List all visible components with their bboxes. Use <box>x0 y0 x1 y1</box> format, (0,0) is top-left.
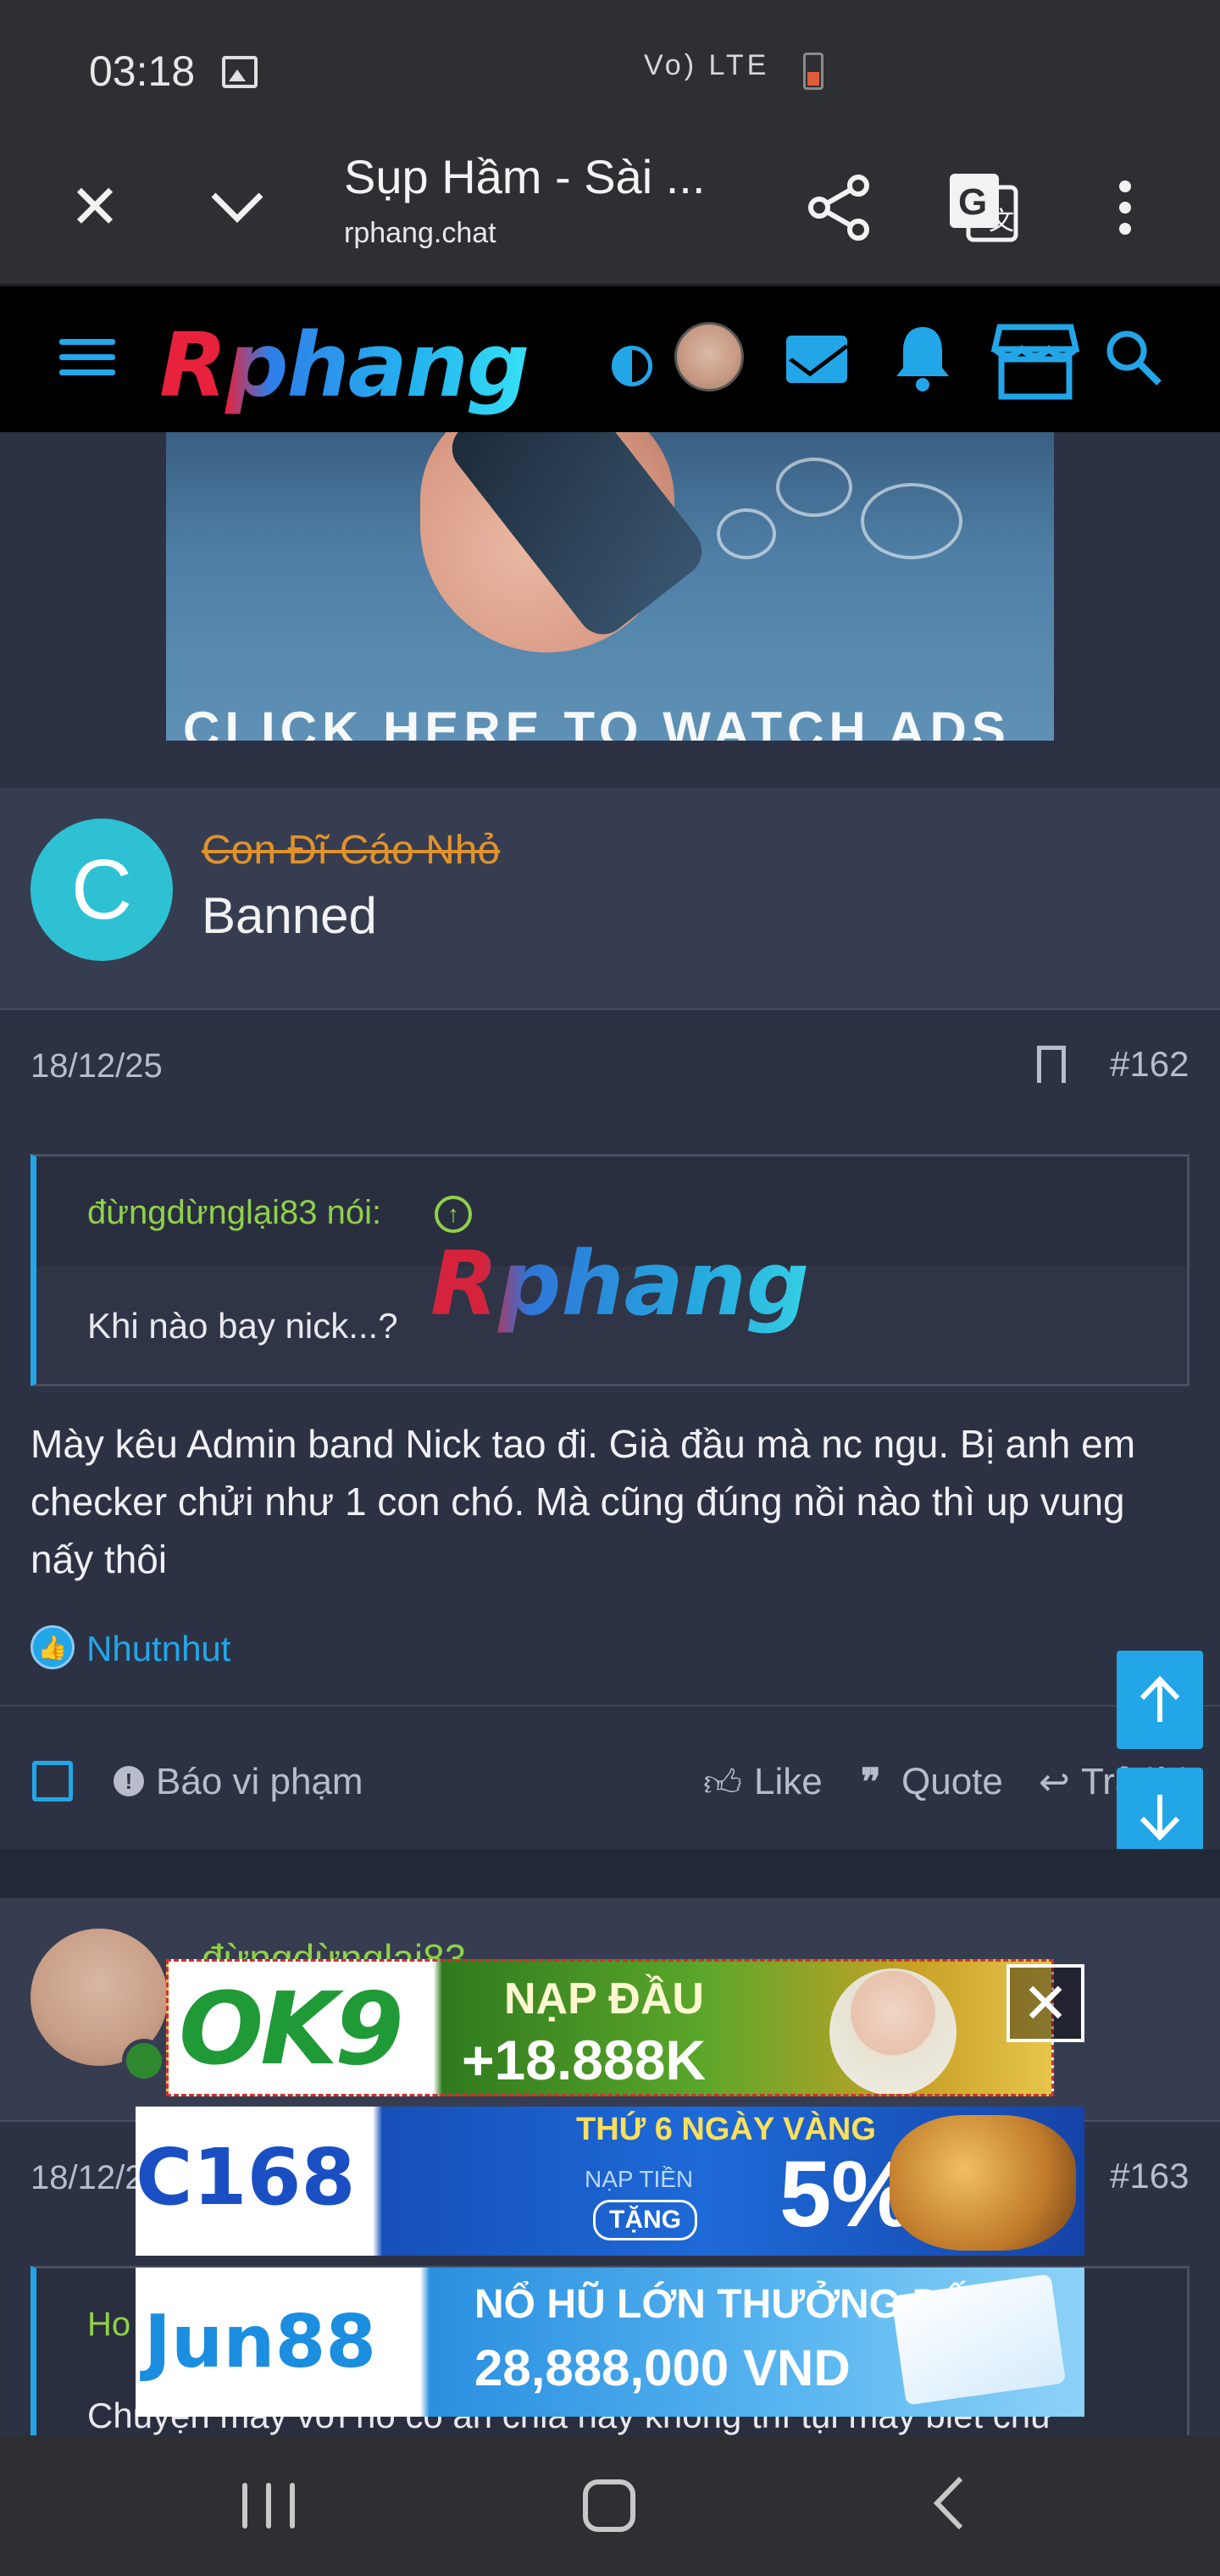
ad-box-image <box>890 2273 1067 2406</box>
site-logo[interactable]: Rphang <box>159 314 530 417</box>
page-title: Sụp Hầm - Sài ... <box>344 150 706 203</box>
post-separator <box>0 1849 1220 1898</box>
ad-banner-c168[interactable]: C168 THỨ 6 NGÀY VÀNG NẠP TIỀN TẶNG 5% <box>136 2107 1084 2256</box>
close-icon[interactable]: ✕ <box>59 171 130 242</box>
ad-badge: TẶNG <box>593 2200 697 2240</box>
like-button[interactable]: Like <box>754 1761 823 1803</box>
post-actions-bar: ! Báo vi phạm 👍︎ Like ❞ Quote ↩ Trả lời <box>0 1705 1220 1854</box>
ad-caption: CLICK HERE TO WATCH ADS <box>183 702 1011 741</box>
bell-icon[interactable] <box>891 320 954 395</box>
username-link[interactable]: Con Đĩ Cáo Nhỏ <box>202 827 500 874</box>
theme-toggle-icon[interactable] <box>612 346 652 386</box>
thumbs-up-outline-icon[interactable]: 👍︎ <box>703 1761 742 1806</box>
site-header: Rphang <box>0 286 1220 432</box>
avatar[interactable]: C <box>30 819 173 961</box>
screen: 03:18 Vo) LTE ✕ Sụp Hầm - Sài ... rphang… <box>0 0 1220 2576</box>
scroll-top-button[interactable] <box>1117 1651 1203 1749</box>
mail-icon[interactable] <box>786 336 847 383</box>
back-icon[interactable] <box>923 2469 974 2537</box>
image-notification-icon <box>222 56 258 88</box>
user-title: Banned <box>202 887 377 944</box>
ad-logo: OK9 <box>179 1970 404 2087</box>
translate-icon[interactable]: G 文 <box>942 166 1023 247</box>
battery-icon <box>803 53 824 90</box>
network-indicator: Vo) LTE <box>644 49 770 81</box>
post-number[interactable]: #162 <box>1110 1044 1189 1085</box>
ad-amount: 28,888,000 VND <box>474 2340 851 2396</box>
ad-banner-jun88[interactable]: Jun88 NỔ HŨ LỚN THƯỞNG ĐẾN 28,888,000 VN… <box>136 2268 1084 2417</box>
ad-subtext: NẠP TIỀN <box>585 2166 694 2192</box>
browser-toolbar: ✕ Sụp Hầm - Sài ... rphang.chat G 文 <box>0 127 1220 286</box>
ad-headline: NẠP ĐẦU <box>504 1974 704 2024</box>
status-bar: 03:18 Vo) LTE <box>0 0 1220 127</box>
post-author-header: C Con Đĩ Cáo Nhỏ Banned <box>0 788 1220 1010</box>
quote-text: Khi nào bay nick...? <box>87 1306 398 1346</box>
ad-bubble-icon <box>861 483 962 559</box>
post-number[interactable]: #163 <box>1110 2156 1189 2196</box>
post-content: Mày kêu Admin band Nick tao đi. Già đầu … <box>30 1422 1136 1581</box>
more-options-icon[interactable] <box>1093 169 1157 246</box>
share-icon[interactable] <box>801 169 878 246</box>
user-avatar[interactable] <box>674 322 744 391</box>
reaction-user-link[interactable]: Nhutnhut <box>86 1629 230 1669</box>
report-button[interactable]: Báo vi phạm <box>156 1761 363 1803</box>
reply-icon[interactable]: ↩ <box>1039 1761 1070 1804</box>
svg-text:文: 文 <box>989 207 1014 236</box>
store-icon[interactable] <box>991 320 1079 402</box>
quote-author[interactable]: Ho <box>87 2306 130 2344</box>
close-ad-icon[interactable]: ✕ <box>1006 1964 1084 2042</box>
ad-bubble-icon <box>717 508 776 559</box>
post-body: 18/12/25 #162 đừngdừnglại83 nói: ↑ Khi n… <box>0 1010 1220 1854</box>
ad-banner-ok9[interactable]: OK9 NẠP ĐẦU +18.888K <box>166 1959 1054 2096</box>
thumbs-up-icon: 👍 <box>30 1625 75 1669</box>
system-nav-bar <box>0 2435 1220 2576</box>
ad-logo: C168 <box>136 2132 356 2223</box>
quote-button[interactable]: Quote <box>901 1761 1003 1803</box>
ad-dragon-image <box>890 2115 1076 2251</box>
arrow-up-circle-icon[interactable]: ↑ <box>435 1196 472 1233</box>
page-url: rphang.chat <box>344 217 496 249</box>
ad-banner-video[interactable]: CLICK HERE TO WATCH ADS <box>166 432 1054 741</box>
chevron-down-icon[interactable] <box>202 171 273 242</box>
watermark-logo: Rphang <box>430 1232 810 1335</box>
svg-text:G: G <box>958 181 987 223</box>
quote-icon[interactable]: ❞ <box>861 1761 881 1804</box>
report-icon[interactable]: ! <box>114 1766 144 1796</box>
recent-apps-icon[interactable] <box>242 2483 295 2529</box>
post-date[interactable]: 18/12/25 <box>30 1047 163 1085</box>
status-time: 03:18 <box>89 47 196 95</box>
select-post-checkbox[interactable] <box>32 1761 73 1802</box>
quote-author[interactable]: đừngdừnglại83 nói: <box>87 1194 381 1232</box>
ad-logo: Jun88 <box>144 2300 377 2384</box>
home-icon[interactable] <box>583 2479 635 2532</box>
bookmark-icon[interactable] <box>1037 1046 1066 1093</box>
ad-amount: +18.888K <box>462 2029 707 2091</box>
ad-person-image <box>829 1968 957 2094</box>
ad-bubble-icon <box>776 458 852 517</box>
online-status-icon <box>122 2039 166 2083</box>
search-icon[interactable] <box>1103 327 1164 388</box>
hamburger-menu-icon[interactable] <box>59 339 115 381</box>
